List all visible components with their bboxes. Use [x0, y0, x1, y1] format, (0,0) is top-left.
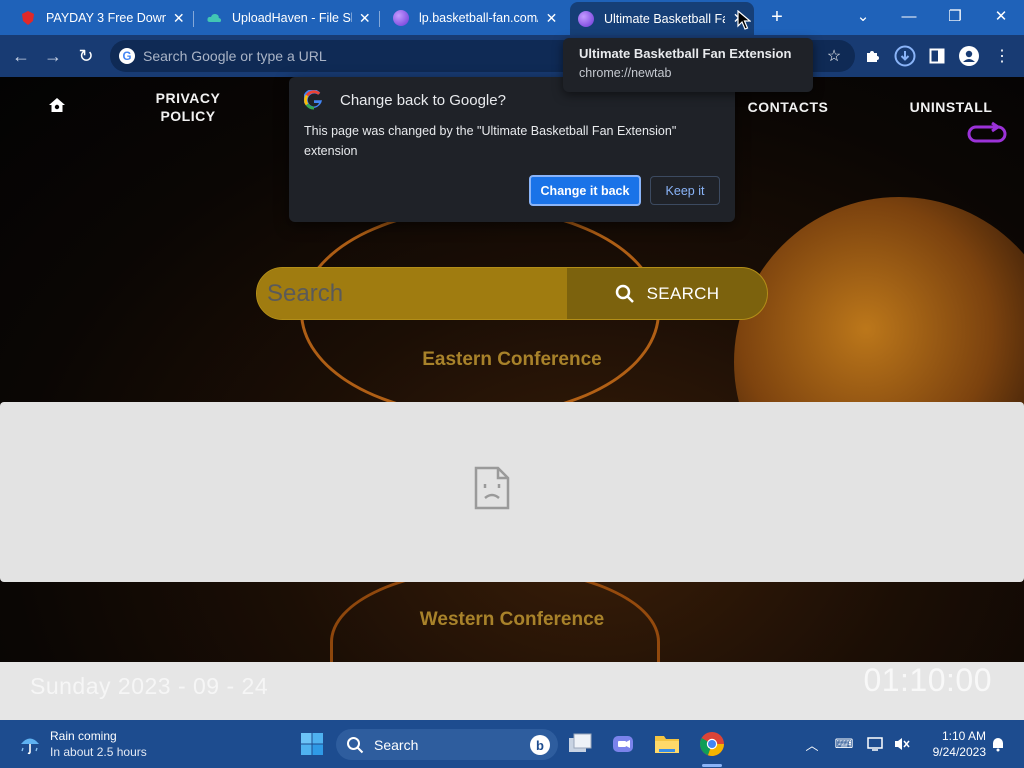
teams-chat-icon[interactable]	[609, 729, 639, 759]
purple-orb-icon	[393, 10, 409, 26]
privacy-line-2: POLICY	[160, 108, 216, 124]
windows-start-icon[interactable]	[300, 732, 324, 756]
keyboard-icon[interactable]: ⌨	[834, 734, 854, 754]
clock-date: 9/24/2023	[932, 745, 986, 759]
page-search-bar: SEARCH	[256, 267, 768, 320]
dialog-body: This page was changed by the "Ultimate B…	[304, 124, 677, 158]
western-conference-heading: Western Conference	[419, 609, 605, 630]
side-panel-icon[interactable]	[925, 44, 949, 68]
purple-orb-icon	[578, 10, 594, 27]
uninstall-link[interactable]: UNINSTALL	[903, 98, 999, 116]
network-display-icon[interactable]	[866, 734, 886, 754]
search-button-label: SEARCH	[646, 283, 720, 303]
minimize-icon[interactable]: —	[886, 0, 932, 32]
tab-search-icon[interactable]: ⌄	[840, 0, 886, 32]
forward-icon[interactable]: →	[40, 43, 66, 69]
taskbar-search-label: Search	[374, 736, 419, 753]
extensions-puzzle-icon[interactable]	[861, 44, 885, 68]
file-explorer-icon[interactable]	[652, 729, 682, 759]
change-it-back-button[interactable]: Change it back	[529, 175, 641, 206]
bookmark-star-icon[interactable]: ☆	[822, 44, 846, 68]
page-search-button[interactable]: SEARCH	[567, 268, 767, 319]
google-g-icon: G	[119, 48, 135, 64]
close-window-icon[interactable]: ✕	[978, 0, 1024, 32]
weather-widget[interactable]: Rain coming In about 2.5 hours	[18, 728, 147, 760]
tab-uploadhaven[interactable]: UploadHaven - File Sha ✕	[198, 3, 380, 33]
bing-icon: b	[530, 735, 550, 755]
privacy-policy-link[interactable]: PRIVACY POLICY	[148, 89, 228, 125]
profile-avatar-icon[interactable]	[957, 44, 981, 68]
taskbar-search[interactable]: Search b	[336, 729, 558, 760]
umbrella-rain-icon	[21, 738, 39, 755]
tab-title: UploadHaven - File Sha	[232, 11, 352, 25]
notification-bell-icon[interactable]	[988, 734, 1008, 754]
weather-subtitle: In about 2.5 hours	[50, 745, 147, 759]
mouse-cursor-icon	[737, 10, 751, 30]
volume-muted-icon[interactable]	[892, 734, 912, 754]
dialog-title: Change back to Google?	[340, 92, 506, 109]
keep-it-button[interactable]: Keep it	[650, 176, 720, 205]
uninstall-loop-icon[interactable]	[966, 121, 1010, 147]
chrome-icon[interactable]	[697, 729, 727, 759]
tab-strip: PAYDAY 3 Free Downlo ✕ UploadHaven - Fil…	[0, 0, 1024, 35]
restore-icon[interactable]: ❐	[932, 0, 978, 32]
back-icon[interactable]: ←	[8, 43, 34, 69]
home-icon[interactable]	[48, 97, 68, 115]
change-back-dialog: Change back to Google? This page was cha…	[289, 77, 735, 222]
new-tab-button[interactable]: +	[765, 6, 789, 30]
tab-basketball-fan-lp[interactable]: lp.basketball-fan.com/c ✕	[385, 3, 567, 33]
menu-kebab-icon[interactable]: ⋮	[990, 44, 1014, 68]
search-icon	[347, 736, 364, 753]
tab-title: Ultimate Basketball Fan	[604, 11, 726, 26]
download-icon[interactable]	[893, 44, 917, 68]
privacy-line-1: PRIVACY	[155, 90, 221, 106]
close-tab-icon[interactable]: ✕	[172, 10, 186, 27]
contacts-link[interactable]: CONTACTS	[740, 98, 836, 116]
sad-page-icon	[474, 466, 510, 510]
svg-text:G: G	[123, 51, 132, 63]
task-view-icon[interactable]	[566, 729, 596, 759]
close-tab-icon[interactable]: ✕	[544, 10, 559, 27]
close-tab-icon[interactable]: ✕	[358, 10, 372, 27]
browser-toolbar: ← → ↻ G ☆ ⋮	[0, 35, 1024, 77]
broken-embed-frame	[0, 402, 1024, 582]
page-footer: Sunday 2023 - 09 - 24 01:10:00	[0, 662, 1024, 720]
tab-title: lp.basketball-fan.com/c	[419, 11, 539, 25]
google-logo-icon	[304, 90, 322, 110]
reload-icon[interactable]: ↻	[73, 43, 99, 69]
tooltip-url: chrome://newtab	[579, 66, 672, 80]
windows-taskbar: Rain coming In about 2.5 hours Search b …	[0, 720, 1024, 768]
system-clock[interactable]: 1:10 AM 9/24/2023	[920, 728, 986, 760]
tab-hover-tooltip: Ultimate Basketball Fan Extension chrome…	[563, 38, 813, 92]
tab-payday[interactable]: PAYDAY 3 Free Downlo ✕	[12, 3, 194, 33]
tooltip-title: Ultimate Basketball Fan Extension	[579, 46, 792, 61]
cloud-icon	[207, 13, 222, 23]
show-hidden-icons-chevron-icon[interactable]: ︿	[802, 734, 822, 754]
page-search-input[interactable]	[257, 268, 567, 319]
eastern-conference-heading: Eastern Conference	[422, 349, 602, 370]
tab-title: PAYDAY 3 Free Downlo	[46, 11, 166, 25]
current-date: Sunday 2023 - 09 - 24	[30, 673, 269, 699]
current-time: 01:10:00	[863, 662, 992, 698]
tab-ultimate-basketball-fan[interactable]: Ultimate Basketball Fan ✕	[570, 2, 754, 35]
weather-title: Rain coming	[50, 729, 117, 743]
clock-time: 1:10 AM	[941, 729, 986, 743]
active-app-indicator	[702, 764, 722, 767]
search-icon	[615, 284, 634, 303]
red-shield-icon	[22, 11, 34, 25]
